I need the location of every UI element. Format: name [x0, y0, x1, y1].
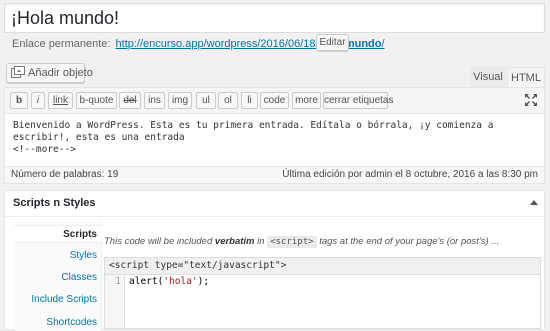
qt-li-button[interactable]: li — [241, 92, 258, 109]
media-icon — [11, 66, 25, 78]
metabox-title: Scripts n Styles — [13, 197, 96, 209]
code-line: alert('hola'); — [129, 276, 209, 288]
nav-item-include-scripts[interactable]: Include Scripts — [31, 294, 97, 305]
nav-item-styles[interactable]: Styles — [70, 250, 97, 261]
add-media-button[interactable]: Añadir objeto — [6, 63, 93, 83]
permalink-trailing: / — [381, 38, 385, 50]
code-string: 'hola' — [163, 276, 198, 287]
collapse-arrow-icon[interactable] — [530, 200, 538, 205]
desc-post: tags at the end of your page's (or post'… — [316, 236, 500, 247]
fullscreen-icon[interactable] — [524, 93, 538, 107]
qt-ins-button[interactable]: ins — [144, 92, 165, 109]
code-end: ); — [197, 276, 210, 287]
qt-close-tags-button[interactable]: cerrar etiquetas — [323, 92, 393, 109]
quicktags-toolbar: b i link b-quote del ins img ul ol li co… — [5, 88, 544, 114]
permalink-base: http://encurso.app/wordpress/2016/06/18/ — [115, 38, 319, 50]
tab-visual[interactable]: Visual — [470, 67, 506, 88]
edit-permalink-button[interactable]: Editar — [316, 34, 349, 51]
last-edit: Última edición por admin el 8 octubre, 2… — [282, 169, 538, 180]
tab-html[interactable]: HTML — [507, 67, 545, 88]
qt-italic-button[interactable]: i — [31, 92, 45, 109]
add-media-label: Añadir objeto — [28, 67, 93, 79]
qt-code-button[interactable]: code — [260, 92, 289, 109]
line-number-gutter: 1 — [105, 275, 125, 328]
qt-blockquote-button[interactable]: b-quote — [76, 92, 117, 109]
desc-pre: This code will be included — [104, 236, 215, 247]
line-number: 1 — [115, 276, 121, 287]
word-count: Número de palabras: 19 — [11, 169, 119, 180]
nav-item-scripts[interactable]: Scripts — [14, 225, 102, 243]
qt-ol-button[interactable]: ol — [218, 92, 238, 109]
post-status-info: Número de palabras: 19 Última edición po… — [4, 166, 545, 184]
code-editor[interactable]: 1 alert('hola'); — [104, 274, 541, 329]
permalink-label: Enlace permanente: — [12, 38, 111, 50]
nav-item-classes[interactable]: Classes — [61, 272, 97, 283]
desc-bold: verbatim — [214, 236, 255, 247]
nav-item-shortcodes[interactable]: Shortcodes — [46, 317, 97, 328]
qt-link-button[interactable]: link — [48, 92, 73, 109]
sns-side-nav: Scripts Styles Classes Include Scripts S… — [14, 221, 102, 331]
qt-del-button[interactable]: del — [119, 92, 141, 109]
qt-more-button[interactable]: more — [292, 92, 321, 109]
qt-img-button[interactable]: img — [168, 92, 192, 109]
code-fn: alert( — [129, 276, 164, 287]
qt-ul-button[interactable]: ul — [196, 92, 216, 109]
desc-mid: in — [254, 236, 268, 247]
qt-bold-button[interactable]: b — [10, 92, 28, 109]
code-editor-header: <script type="text/javascript"> — [104, 257, 541, 274]
metabox-header[interactable]: Scripts n Styles — [5, 191, 544, 217]
scripts-description: This code will be included verbatim in <… — [104, 236, 499, 248]
post-title-input[interactable]: ¡Hola mundo! — [4, 3, 545, 33]
desc-code: <script> — [267, 236, 317, 248]
